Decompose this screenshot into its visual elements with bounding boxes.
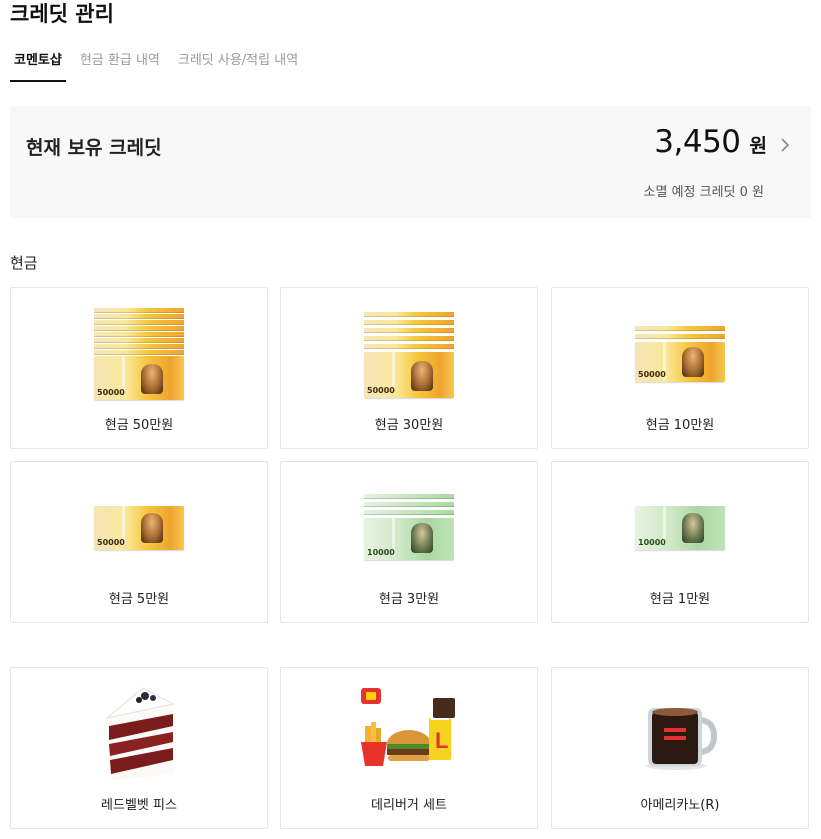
credit-summary-panel: 현재 보유 크레딧 3,450 원 소멸 예정 크레딧 0 원 bbox=[10, 106, 811, 218]
banknote-icon: 50000 bbox=[94, 506, 184, 550]
expiring-credit-text: 소멸 예정 크레딧 0 원 bbox=[643, 185, 764, 200]
credit-amount: 3,450 bbox=[654, 124, 741, 160]
credit-unit: 원 bbox=[749, 134, 767, 157]
product-card-americano[interactable]: 아메리카노(R) bbox=[551, 667, 809, 829]
banknote-stack-icon: 10000 bbox=[364, 494, 454, 560]
product-card-deri-burger-set[interactable]: L 데리버거 세트 bbox=[280, 667, 538, 829]
coffee-mug-icon bbox=[646, 708, 718, 770]
chevron-right-icon bbox=[781, 138, 790, 152]
product-card-cash-30k[interactable]: 10000 현금 3만원 bbox=[280, 461, 538, 623]
product-name: 현금 50만원 bbox=[104, 418, 174, 433]
product-name: 아메리카노(R) bbox=[640, 798, 720, 813]
tab-bar: 코멘토샵 현금 환급 내역 크레딧 사용/적립 내역 bbox=[10, 44, 312, 82]
credit-amount-link[interactable]: 3,450 원 bbox=[654, 124, 791, 160]
banknote-stack-icon: 50000 bbox=[635, 326, 725, 382]
banknote-icon: 10000 bbox=[635, 506, 725, 550]
product-name: 현금 10만원 bbox=[645, 418, 715, 433]
product-card-cash-100k[interactable]: 50000 현금 10만원 bbox=[551, 287, 809, 449]
tab-credit-history[interactable]: 크레딧 사용/적립 내역 bbox=[174, 44, 302, 82]
product-name: 현금 3만원 bbox=[378, 592, 440, 607]
banknote-stack-icon: 50000 bbox=[94, 308, 184, 400]
banknote-stack-icon: 50000 bbox=[364, 312, 454, 398]
product-card-red-velvet[interactable]: 레드벨벳 피스 bbox=[10, 667, 268, 829]
burger-set-icon: L bbox=[361, 688, 455, 766]
credit-label: 현재 보유 크레딧 bbox=[26, 137, 162, 159]
tab-comento-shop[interactable]: 코멘토샵 bbox=[10, 44, 66, 82]
product-card-cash-500k[interactable]: 50000 현금 50만원 bbox=[10, 287, 268, 449]
section-title-cash: 현금 bbox=[10, 254, 38, 272]
svg-text:L: L bbox=[435, 728, 448, 753]
product-card-cash-10k[interactable]: 10000 현금 1만원 bbox=[551, 461, 809, 623]
product-name: 현금 5만원 bbox=[108, 592, 170, 607]
page-title: 크레딧 관리 bbox=[10, 2, 114, 26]
product-card-cash-50k[interactable]: 50000 현금 5만원 bbox=[10, 461, 268, 623]
product-name: 현금 1만원 bbox=[649, 592, 711, 607]
product-card-cash-300k[interactable]: 50000 현금 30만원 bbox=[280, 287, 538, 449]
product-name: 데리버거 세트 bbox=[371, 798, 447, 813]
tab-cash-refund-history[interactable]: 현금 환급 내역 bbox=[76, 44, 164, 82]
cake-slice-icon bbox=[106, 687, 175, 780]
product-name: 현금 30만원 bbox=[374, 418, 444, 433]
product-name: 레드벨벳 피스 bbox=[101, 798, 177, 813]
